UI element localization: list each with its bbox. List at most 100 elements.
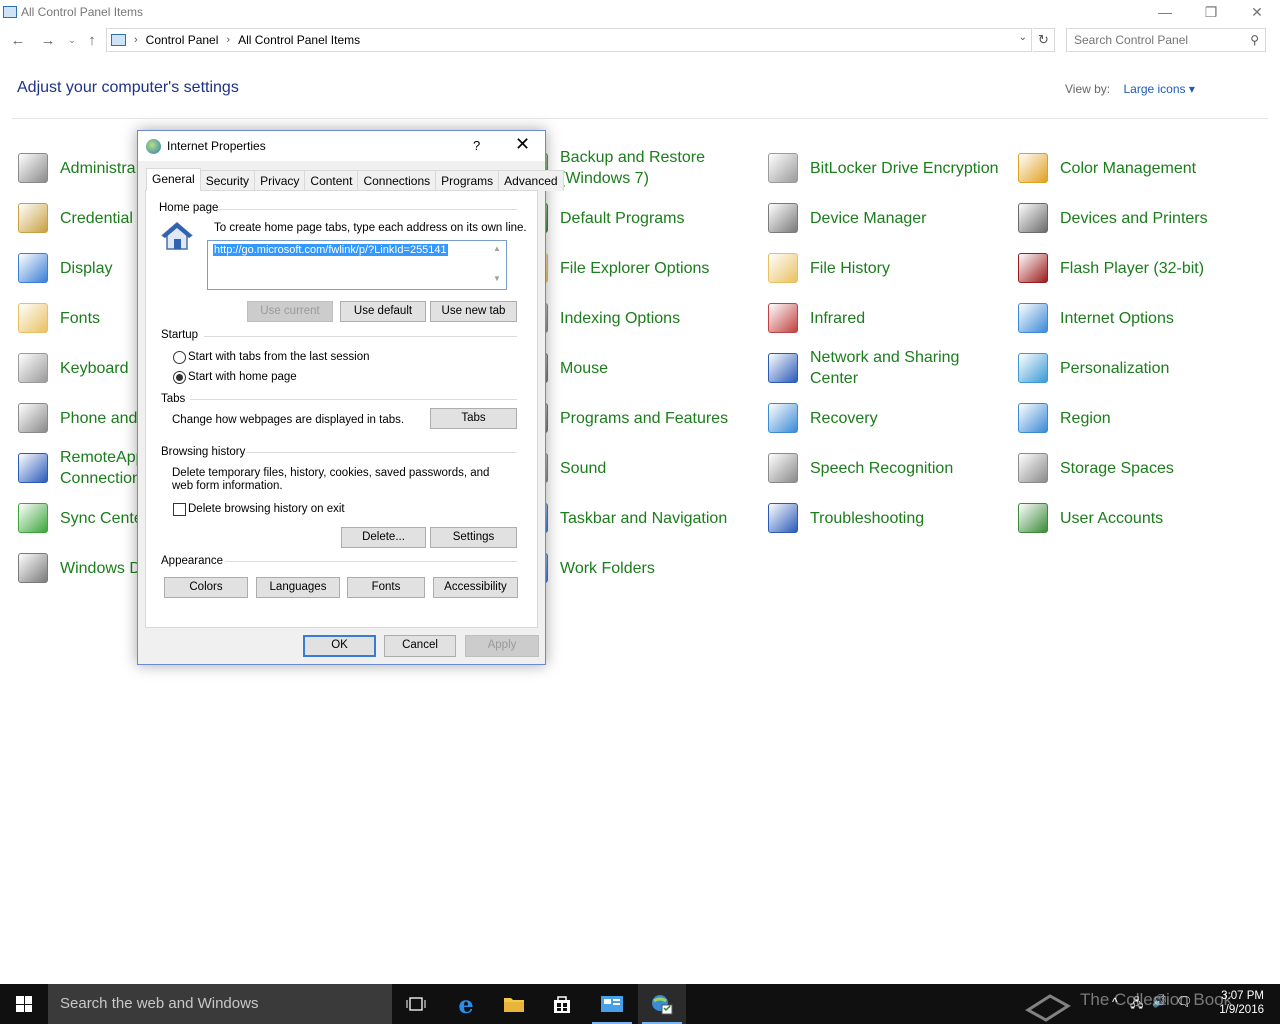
last-session-label[interactable]: Start with tabs from the last session bbox=[188, 351, 370, 364]
tab-content[interactable]: Content bbox=[304, 170, 359, 191]
tab-connections[interactable]: Connections bbox=[357, 170, 437, 191]
cp-item-label[interactable]: Recovery bbox=[810, 408, 878, 429]
home-page-option-label[interactable]: Start with home page bbox=[188, 371, 297, 384]
cp-item-credential[interactable]: Credential bbox=[18, 198, 133, 238]
cp-item-label[interactable]: Sound bbox=[560, 458, 606, 479]
languages-button[interactable]: Languages bbox=[256, 577, 340, 598]
cp-item-remoteapp[interactable]: RemoteApp Connection bbox=[18, 448, 145, 488]
cp-item-label[interactable]: Troubleshooting bbox=[810, 508, 924, 529]
cp-item-label[interactable]: File Explorer Options bbox=[560, 258, 709, 279]
cp-item-programs[interactable]: Programs and Features bbox=[518, 398, 728, 438]
cp-item-label[interactable]: Storage Spaces bbox=[1060, 458, 1174, 479]
task-view-icon[interactable] bbox=[392, 984, 440, 1024]
network-tray-icon[interactable]: 🖧 bbox=[1130, 994, 1143, 1015]
cp-item-label[interactable]: Flash Player (32-bit) bbox=[1060, 258, 1204, 279]
apply-button[interactable]: Apply bbox=[465, 635, 539, 657]
scroll-down-icon[interactable]: ▼ bbox=[493, 274, 501, 283]
tabs-button[interactable]: Tabs bbox=[430, 408, 517, 429]
cp-item-fonts[interactable]: Fonts bbox=[18, 298, 100, 338]
minimize-button[interactable]: — bbox=[1142, 0, 1188, 24]
cp-item-region[interactable]: Region bbox=[1018, 398, 1111, 438]
cp-item-label[interactable]: Fonts bbox=[60, 308, 100, 329]
breadcrumb-separator-icon[interactable]: › bbox=[134, 34, 138, 46]
cp-item-file-history[interactable]: File History bbox=[768, 248, 890, 288]
radio-home-page[interactable] bbox=[173, 371, 186, 384]
forward-arrow-icon[interactable]: → bbox=[38, 28, 58, 52]
cp-item-label[interactable]: User Accounts bbox=[1060, 508, 1163, 529]
cp-item-label[interactable]: Taskbar and Navigation bbox=[560, 508, 727, 529]
show-hidden-icons-chevron-icon[interactable]: ^ bbox=[1112, 995, 1118, 1009]
cp-item-label[interactable]: Default Programs bbox=[560, 208, 685, 229]
colors-button[interactable]: Colors bbox=[164, 577, 248, 598]
tab-advanced[interactable]: Advanced bbox=[498, 170, 564, 191]
cp-item-bitlocker[interactable]: BitLocker Drive Encryption bbox=[768, 148, 999, 188]
tab-security[interactable]: Security bbox=[199, 170, 256, 191]
cp-item-label[interactable]: Device Manager bbox=[810, 208, 927, 229]
use-default-button[interactable]: Use default bbox=[340, 301, 426, 322]
cp-item-infrared[interactable]: Infrared bbox=[768, 298, 865, 338]
volume-icon[interactable]: 🔊 bbox=[1152, 994, 1167, 1008]
taskbar-search[interactable]: Search the web and Windows bbox=[48, 984, 392, 1024]
home-page-url-text[interactable]: http://go.microsoft.com/fwlink/p/?LinkId… bbox=[213, 244, 448, 256]
cp-item-color-management[interactable]: Color Management bbox=[1018, 148, 1196, 188]
breadcrumb-control-panel[interactable]: Control Panel bbox=[146, 33, 219, 47]
back-arrow-icon[interactable]: ← bbox=[8, 28, 28, 52]
cp-item-taskbar[interactable]: Taskbar and Navigation bbox=[518, 498, 727, 538]
cp-item-display[interactable]: Display bbox=[18, 248, 112, 288]
action-center-icon[interactable]: 🗨 bbox=[1176, 994, 1193, 1010]
cp-item-flash[interactable]: Flash Player (32-bit) bbox=[1018, 248, 1204, 288]
cp-item-internet-options[interactable]: Internet Options bbox=[1018, 298, 1174, 338]
cp-item-sync[interactable]: Sync Cente bbox=[18, 498, 143, 538]
radio-last-session[interactable] bbox=[173, 351, 186, 364]
cp-item-label[interactable]: File History bbox=[810, 258, 890, 279]
cp-item-network[interactable]: Network and Sharing Center bbox=[768, 348, 959, 388]
cp-item-microphone[interactable]: Speech Recognition bbox=[768, 448, 953, 488]
delete-button[interactable]: Delete... bbox=[341, 527, 426, 548]
accessibility-button[interactable]: Accessibility bbox=[433, 577, 518, 598]
dialog-close-button[interactable]: ✕ bbox=[515, 134, 530, 155]
search-box[interactable]: ⚲ bbox=[1066, 28, 1266, 52]
use-new-tab-button[interactable]: Use new tab bbox=[430, 301, 517, 322]
home-page-url-field[interactable]: http://go.microsoft.com/fwlink/p/?LinkId… bbox=[207, 240, 507, 290]
cancel-button[interactable]: Cancel bbox=[384, 635, 456, 657]
cp-item-label[interactable]: Programs and Features bbox=[560, 408, 728, 429]
cp-item-label[interactable]: Backup and Restore (Windows 7) bbox=[560, 147, 705, 189]
cp-item-firewall[interactable]: Windows D bbox=[18, 548, 141, 588]
cp-item-phone[interactable]: Phone and bbox=[18, 398, 137, 438]
cp-item-label[interactable]: Work Folders bbox=[560, 558, 655, 579]
use-current-button[interactable]: Use current bbox=[247, 301, 333, 322]
taskbar-clock[interactable]: 3:07 PM 1/9/2016 bbox=[1219, 989, 1264, 1017]
breadcrumb-separator-icon[interactable]: › bbox=[226, 34, 230, 46]
edge-icon[interactable]: e bbox=[442, 984, 490, 1024]
view-by-dropdown[interactable]: Large icons ▾ bbox=[1123, 82, 1194, 96]
cp-item-label[interactable]: Color Management bbox=[1060, 158, 1196, 179]
internet-properties-taskbar-icon[interactable] bbox=[638, 984, 686, 1024]
cp-item-label[interactable]: RemoteApp Connection bbox=[60, 447, 145, 489]
cp-item-label[interactable]: Infrared bbox=[810, 308, 865, 329]
cp-item-printer[interactable]: Devices and Printers bbox=[1018, 198, 1208, 238]
cp-item-user-accounts[interactable]: User Accounts bbox=[1018, 498, 1163, 538]
cp-item-label[interactable]: Network and Sharing Center bbox=[810, 347, 959, 389]
cp-item-recovery[interactable]: Recovery bbox=[768, 398, 878, 438]
cp-item-label[interactable]: Sync Cente bbox=[60, 508, 143, 529]
cp-item-label[interactable]: BitLocker Drive Encryption bbox=[810, 158, 999, 179]
up-arrow-icon[interactable]: ↑ bbox=[82, 28, 102, 52]
search-input[interactable] bbox=[1074, 33, 1244, 47]
fonts-button[interactable]: Fonts bbox=[347, 577, 425, 598]
cp-item-label[interactable]: Administra bbox=[60, 158, 136, 179]
delete-on-exit-checkbox[interactable] bbox=[173, 503, 186, 516]
cp-item-personalization[interactable]: Personalization bbox=[1018, 348, 1169, 388]
scroll-up-icon[interactable]: ▲ bbox=[493, 244, 501, 253]
cp-item-folder-options[interactable]: File Explorer Options bbox=[518, 248, 709, 288]
cp-item-troubleshooting[interactable]: Troubleshooting bbox=[768, 498, 924, 538]
cp-item-label[interactable]: Mouse bbox=[560, 358, 608, 379]
cp-item-label[interactable]: Region bbox=[1060, 408, 1111, 429]
delete-on-exit-label[interactable]: Delete browsing history on exit bbox=[188, 503, 345, 516]
tab-general[interactable]: General bbox=[146, 168, 201, 191]
start-button[interactable] bbox=[0, 984, 48, 1024]
close-button[interactable]: ✕ bbox=[1234, 0, 1280, 24]
cp-item-label[interactable]: Display bbox=[60, 258, 112, 279]
tab-programs[interactable]: Programs bbox=[435, 170, 500, 191]
cp-item-keyboard[interactable]: Keyboard bbox=[18, 348, 129, 388]
cp-item-label[interactable]: Personalization bbox=[1060, 358, 1169, 379]
